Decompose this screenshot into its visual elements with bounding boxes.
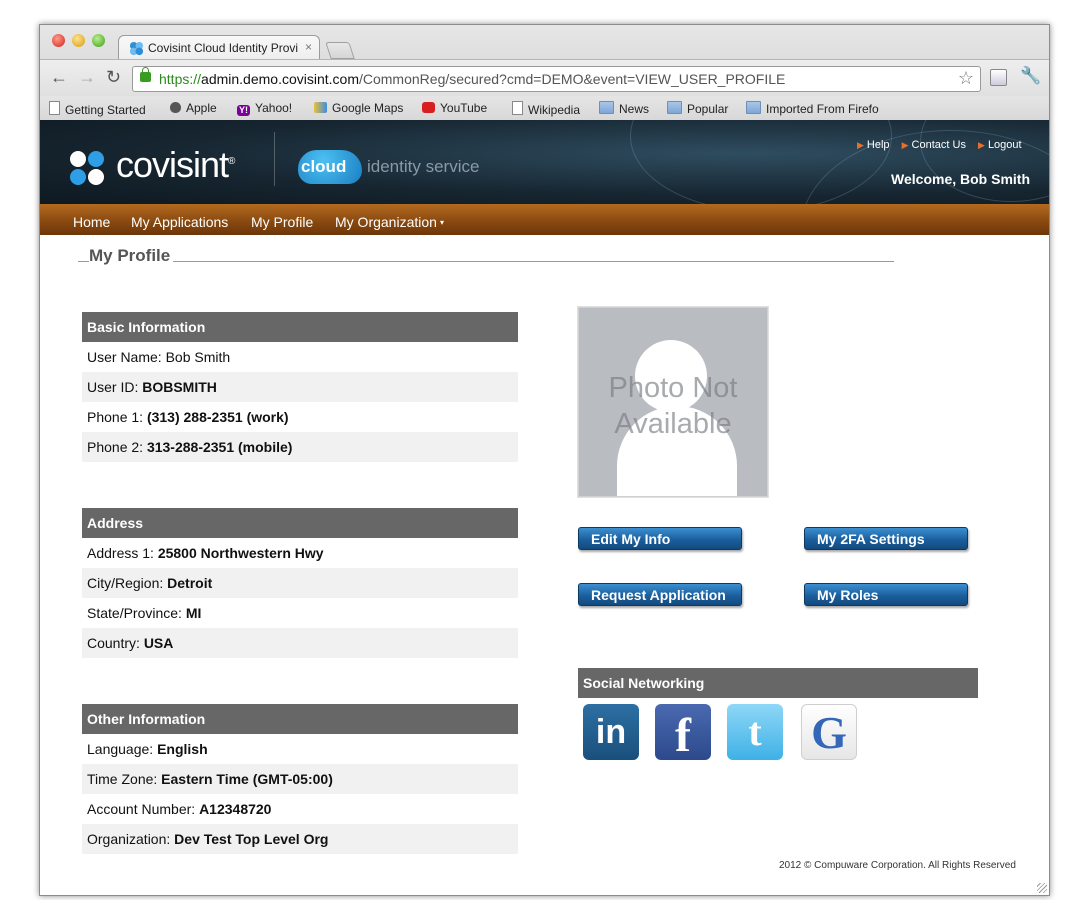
address-section: Address Address 1: 25800 Northwestern Hw… <box>82 508 518 658</box>
nav-home[interactable]: Home <box>73 214 110 230</box>
browser-chrome: Covisint Cloud Identity Provi × ← → ↻ ht… <box>40 25 1049 121</box>
title-divider <box>78 261 894 262</box>
folder-icon <box>667 101 682 114</box>
facebook-icon[interactable]: f <box>655 704 711 762</box>
basic-information-section: Basic Information User Name: Bob Smith U… <box>82 312 518 462</box>
bookmark-imported-from-firefox[interactable]: Imported From Firefo <box>746 101 881 116</box>
tab-close-icon[interactable]: × <box>305 40 312 54</box>
time-zone-row: Time Zone: Eastern Time (GMT-05:00) <box>82 764 518 794</box>
bookmark-star-icon[interactable]: ☆ <box>958 68 974 89</box>
main-nav: Home My Applications My Profile My Organ… <box>40 204 1049 235</box>
new-tab-button[interactable] <box>325 42 355 59</box>
browser-window: Covisint Cloud Identity Provi × ← → ↻ ht… <box>39 24 1050 896</box>
browser-tab[interactable]: Covisint Cloud Identity Provi × <box>118 35 320 60</box>
forward-arrow-icon[interactable]: → <box>78 68 96 86</box>
bookmark-wikipedia[interactable]: Wikipedia <box>512 101 580 117</box>
profile-photo-placeholder: Photo Not Available <box>578 307 768 497</box>
bookmark-apple[interactable]: Apple <box>170 101 217 115</box>
social-networking-heading: Social Networking <box>578 668 978 698</box>
bookmark-popular[interactable]: Popular <box>667 101 728 116</box>
url-host: admin.demo.covisint.com <box>201 71 359 87</box>
section-heading: Basic Information <box>82 312 518 342</box>
city-region-row: City/Region: Detroit <box>82 568 518 598</box>
address-bar[interactable]: https://admin.demo.covisint.com/CommonRe… <box>132 66 981 92</box>
language-row: Language: English <box>87 741 208 757</box>
google-icon[interactable]: G <box>801 704 857 760</box>
apple-icon <box>170 102 181 113</box>
state-province-row: State/Province: MI <box>87 605 202 621</box>
nav-my-organization[interactable]: My Organization ▾ <box>335 214 444 230</box>
phone-2-row: Phone 2: 313-288-2351 (mobile) <box>82 432 518 462</box>
contact-us-link[interactable]: Contact Us <box>912 139 966 151</box>
organization-row: Organization: Dev Test Top Level Org <box>82 824 518 854</box>
covisint-favicon-icon <box>129 41 144 56</box>
user-name-row: User Name: Bob Smith <box>87 349 231 365</box>
linkedin-icon[interactable]: in <box>583 704 639 760</box>
phone-1-row: Phone 1: (313) 288-2351 (work) <box>87 409 289 425</box>
my-2fa-settings-button[interactable]: My 2FA Settings <box>804 527 968 550</box>
cloud-tagline: identity service <box>367 157 480 176</box>
youtube-icon <box>422 102 435 113</box>
logout-link[interactable]: Logout <box>988 139 1022 151</box>
page-icon <box>512 101 523 115</box>
chevron-down-icon: ▾ <box>439 218 444 227</box>
page-icon <box>49 101 60 115</box>
minimize-window-button[interactable] <box>72 34 85 47</box>
user-id-row: User ID: BOBSMITH <box>82 372 518 402</box>
section-heading: Address <box>82 508 518 538</box>
cloud-label: cloud <box>301 157 347 176</box>
reload-icon[interactable]: ↻ <box>106 68 121 86</box>
url-text[interactable]: https://admin.demo.covisint.com/CommonRe… <box>159 71 785 87</box>
other-information-section: Other Information Language: English Time… <box>82 704 518 854</box>
bookmarks-bar: Getting Started Apple Y! Yahoo! Google Ma… <box>40 96 1049 121</box>
lock-icon <box>140 67 151 82</box>
close-window-button[interactable] <box>52 34 65 47</box>
edit-my-info-button[interactable]: Edit My Info <box>578 527 742 550</box>
my-roles-button[interactable]: My Roles <box>804 583 968 606</box>
bookmark-news[interactable]: News <box>599 101 649 116</box>
covisint-logo-text[interactable]: covisint® <box>116 144 235 186</box>
arrow-icon: ▶ <box>978 140 985 150</box>
arrow-icon: ▶ <box>857 140 864 150</box>
help-link[interactable]: Help <box>867 139 890 151</box>
nav-my-applications[interactable]: My Applications <box>131 214 228 230</box>
browser-toolbar: ← → ↻ https://admin.demo.covisint.com/Co… <box>40 59 1049 96</box>
url-scheme: https:// <box>159 71 202 87</box>
bookmark-yahoo[interactable]: Y! Yahoo! <box>237 101 292 116</box>
bookmark-youtube[interactable]: YouTube <box>422 101 487 115</box>
folder-icon <box>599 101 614 114</box>
address-1-row: Address 1: 25800 Northwestern Hwy <box>87 545 324 561</box>
welcome-message: Welcome, Bob Smith <box>891 171 1030 187</box>
zoom-window-button[interactable] <box>92 34 105 47</box>
account-number-row: Account Number: A12348720 <box>87 801 272 817</box>
bookmark-google-maps[interactable]: Google Maps <box>314 101 403 115</box>
url-path: /CommonReg/secured?cmd=DEMO&event=VIEW_U… <box>358 71 786 87</box>
folder-icon <box>746 101 761 114</box>
page-action-icon[interactable] <box>990 69 1007 86</box>
tab-title: Covisint Cloud Identity Provi <box>148 41 298 55</box>
bookmark-getting-started[interactable]: Getting Started <box>49 101 146 117</box>
header-links: ▶ Help ▶ Contact Us ▶ Logout <box>857 139 1031 151</box>
twitter-icon[interactable]: t <box>727 704 783 760</box>
google-maps-icon <box>314 102 327 113</box>
nav-my-profile[interactable]: My Profile <box>251 214 313 230</box>
section-heading: Other Information <box>82 704 518 734</box>
site-header: covisint® cloud identity service ▶ Help ▶… <box>40 120 1049 204</box>
footer-copyright: 2012 © Compuware Corporation. All Rights… <box>779 860 1016 871</box>
wrench-icon[interactable]: 🔧 <box>1020 66 1041 86</box>
arrow-icon: ▶ <box>901 140 909 150</box>
page-title: My Profile <box>89 246 174 266</box>
photo-not-available-text: Photo Not Available <box>608 372 738 440</box>
country-row: Country: USA <box>82 628 518 658</box>
request-application-button[interactable]: Request Application <box>578 583 742 606</box>
back-arrow-icon[interactable]: ← <box>50 68 68 86</box>
resize-handle-icon[interactable] <box>1037 883 1047 893</box>
logo-divider <box>274 132 275 186</box>
yahoo-icon: Y! <box>237 105 250 116</box>
covisint-logo-icon <box>70 151 106 187</box>
